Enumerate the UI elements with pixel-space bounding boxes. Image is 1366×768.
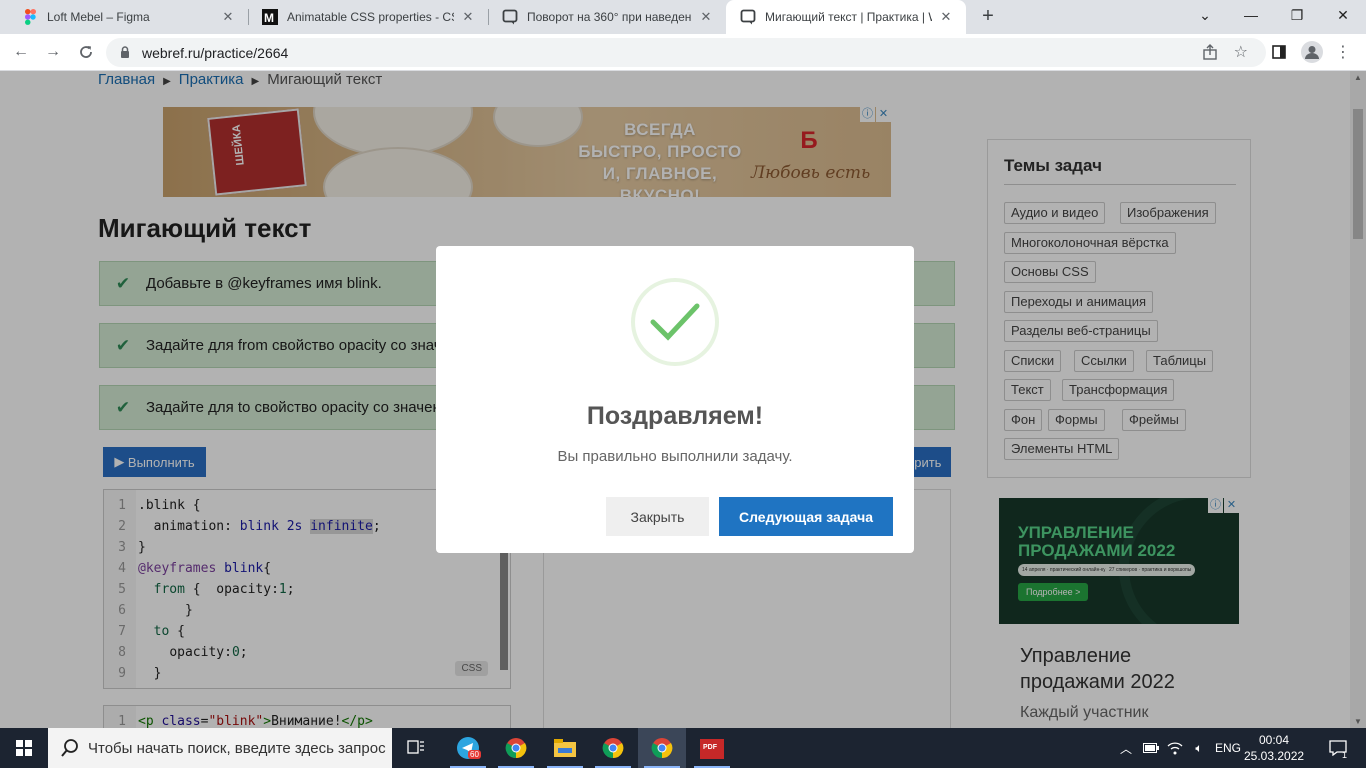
language-indicator[interactable]: ENG — [1212, 728, 1244, 768]
tab-webref-rotate[interactable]: Поворот на 360° при наведении ✕ — [488, 0, 726, 34]
bookmark-star-icon[interactable]: ☆ — [1234, 42, 1248, 62]
svg-text:M: M — [264, 11, 274, 25]
taskbar-search-input[interactable]: Чтобы начать поиск, введите здесь запрос — [48, 728, 392, 768]
figma-icon — [22, 9, 38, 25]
lock-icon — [120, 46, 130, 61]
chrome-icon[interactable] — [589, 728, 637, 768]
browser-tab-bar: Loft Mebel – Figma ✕ M Animatable CSS pr… — [0, 0, 1366, 34]
mdn-icon: M — [262, 9, 278, 25]
window-close-button[interactable]: ✕ — [1320, 0, 1366, 30]
clock[interactable]: 00:04 25.03.2022 — [1244, 732, 1304, 764]
address-toolbar: ← → webref.ru/practice/2664 ☆ ⋮ — [0, 34, 1366, 71]
close-icon[interactable]: ✕ — [938, 9, 954, 25]
omnibox[interactable]: webref.ru/practice/2664 ☆ — [106, 38, 1266, 67]
tab-title: Loft Mebel – Figma — [47, 10, 150, 24]
search-icon — [60, 738, 80, 761]
chrome-icon[interactable] — [638, 728, 686, 768]
tab-search-icon[interactable]: ⌄ — [1182, 0, 1228, 30]
windows-taskbar: Чтобы начать поиск, введите здесь запрос… — [0, 728, 1366, 768]
battery-icon[interactable] — [1140, 728, 1162, 768]
close-icon[interactable]: ✕ — [220, 9, 236, 25]
url-text: webref.ru/practice/2664 — [142, 45, 289, 61]
telegram-icon[interactable]: 60 — [444, 728, 492, 768]
tab-webref-blink[interactable]: Мигающий текст | Практика | W ✕ — [726, 0, 966, 34]
reload-icon[interactable] — [73, 39, 99, 65]
forward-icon[interactable]: → — [40, 39, 66, 65]
webref-icon — [502, 9, 518, 25]
file-explorer-icon[interactable] — [541, 728, 589, 768]
task-view-icon[interactable] — [392, 728, 440, 768]
tab-title: Мигающий текст | Практика | W — [765, 10, 932, 24]
tab-mdn[interactable]: M Animatable CSS properties - CSS ✕ — [248, 0, 488, 34]
back-icon[interactable]: ← — [8, 39, 34, 65]
search-placeholder: Чтобы начать поиск, введите здесь запрос — [88, 740, 386, 757]
next-task-button[interactable]: Следующая задача — [719, 497, 893, 536]
pdf-reader-icon[interactable]: PDF — [688, 728, 736, 768]
menu-kebab-icon[interactable]: ⋮ — [1330, 39, 1356, 65]
close-icon[interactable]: ✕ — [698, 9, 714, 25]
minimize-button[interactable]: — — [1228, 0, 1274, 30]
close-button[interactable]: Закрыть — [606, 497, 709, 536]
windows-start-icon[interactable] — [0, 728, 48, 768]
new-tab-button[interactable]: + — [976, 5, 1000, 29]
dialog-message: Вы правильно выполнили задачу. — [557, 448, 793, 465]
profile-avatar-icon[interactable] — [1299, 39, 1325, 65]
close-icon[interactable]: ✕ — [460, 9, 476, 25]
share-icon[interactable] — [1202, 44, 1218, 63]
telegram-badge: 60 — [468, 750, 481, 759]
svg-text:PDF: PDF — [703, 744, 718, 751]
tab-title: Поворот на 360° при наведении — [527, 10, 692, 24]
wifi-icon[interactable] — [1164, 728, 1186, 768]
dialog-title: Поздравляем! — [586, 402, 764, 430]
webref-icon — [740, 9, 756, 25]
restore-button[interactable]: ❐ — [1274, 0, 1320, 30]
chrome-icon[interactable] — [492, 728, 540, 768]
success-dialog: Поздравляем! Вы правильно выполнили зада… — [436, 246, 914, 553]
tab-title: Animatable CSS properties - CSS — [287, 10, 454, 24]
success-check-icon — [631, 278, 719, 366]
volume-icon[interactable]: 🔈︎ — [1188, 728, 1210, 768]
notifications-icon[interactable]: 1 — [1318, 728, 1358, 768]
show-hidden-icons[interactable]: ︿ — [1116, 728, 1136, 768]
side-panel-icon[interactable] — [1266, 39, 1292, 65]
tab-figma[interactable]: Loft Mebel – Figma ✕ — [8, 0, 248, 34]
